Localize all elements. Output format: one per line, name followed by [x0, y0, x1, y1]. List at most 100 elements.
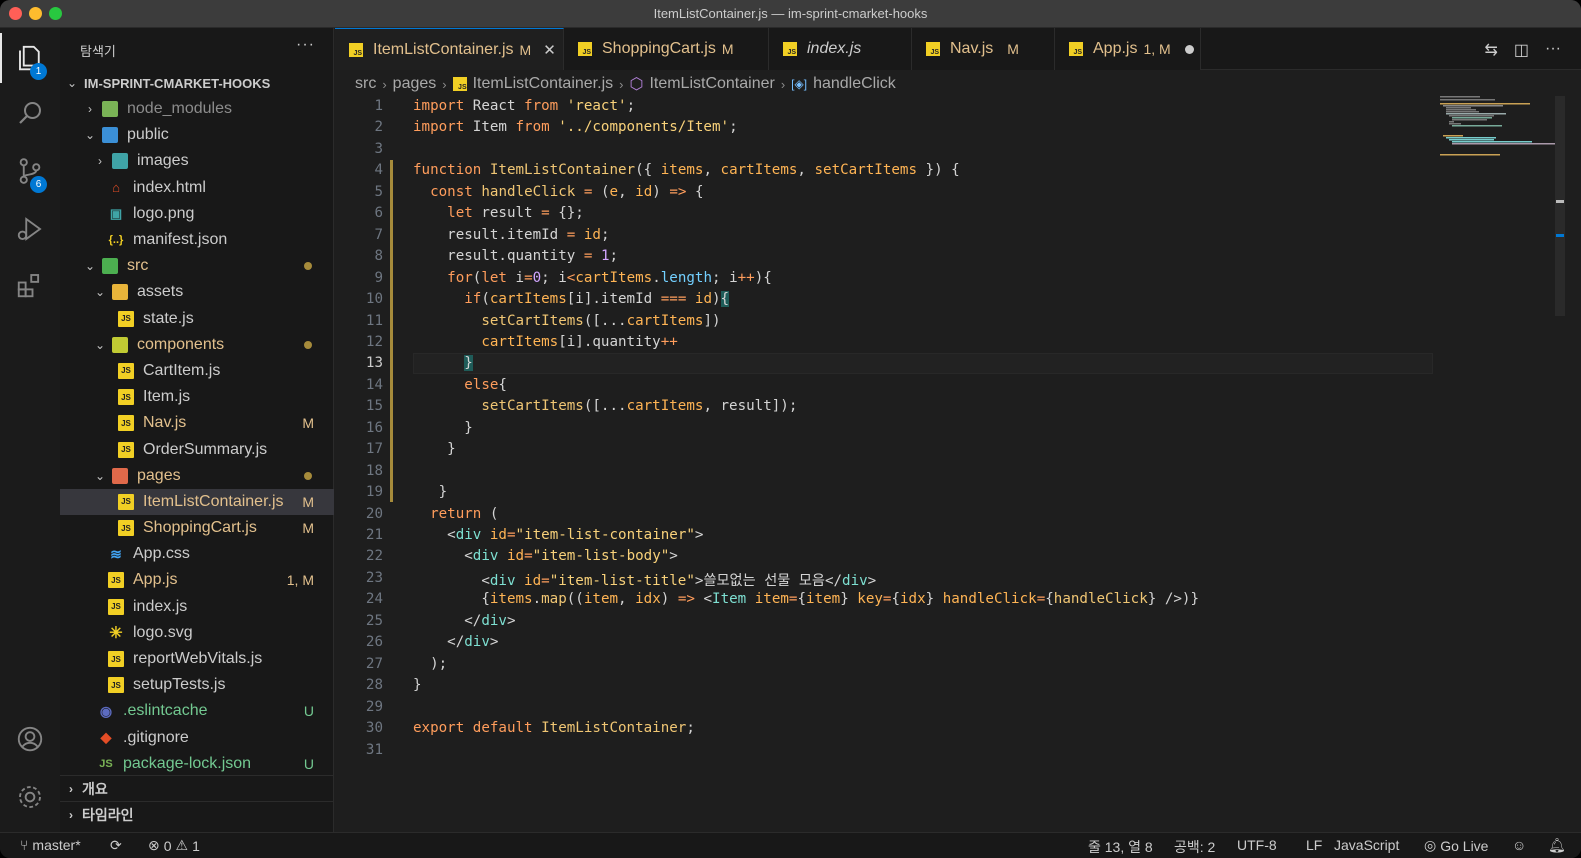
tab-index[interactable]: JS index.js: [769, 28, 912, 70]
sync-button[interactable]: ⟳: [110, 837, 122, 854]
breadcrumb-src[interactable]: src: [355, 75, 376, 93]
unsaved-dot[interactable]: [1184, 44, 1194, 54]
tree-item[interactable]: ⌄ public: [60, 122, 334, 148]
indentation[interactable]: 공백: 2: [1174, 837, 1215, 857]
code-token: id: [694, 291, 712, 308]
line-ending[interactable]: LF: [1306, 837, 1322, 853]
more-actions-icon[interactable]: ···: [1545, 40, 1561, 60]
run-debug-icon: [17, 217, 42, 241]
explorer-more-button[interactable]: ···: [296, 36, 315, 54]
code-line: }: [413, 420, 473, 436]
tree-item[interactable]: ⌄ components: [60, 332, 334, 358]
tree-item[interactable]: JS state.js: [60, 306, 334, 332]
open-changes-icon[interactable]: ⇆: [1484, 40, 1497, 60]
encoding[interactable]: UTF-8: [1237, 837, 1277, 853]
code-token: cartItems: [626, 398, 704, 415]
code-token: import: [413, 98, 465, 114]
tab-itemlistcontainer[interactable]: JS ItemListContainer.js M ✕: [335, 28, 564, 70]
tab-shoppingcart[interactable]: JS ShoppingCart.js M: [564, 28, 769, 70]
tree-item-selected[interactable]: JS ItemListContainer.js M: [60, 488, 334, 515]
code-token: ([...: [583, 398, 627, 415]
line-number: 19: [365, 484, 383, 501]
vertical-scrollbar[interactable]: [1555, 96, 1565, 316]
tree-item[interactable]: ✳ logo.svg: [60, 620, 334, 646]
code-token: const: [430, 183, 473, 200]
tree-item[interactable]: ◆ .gitignore: [60, 725, 334, 751]
breadcrumb-symbol[interactable]: handleClick: [813, 75, 896, 93]
timeline-section[interactable]: › 타임라인: [60, 801, 334, 827]
tree-item[interactable]: JS App.js 1, M: [60, 567, 334, 593]
code-token: {: [891, 591, 900, 608]
tree-item[interactable]: ≋ App.css: [60, 541, 334, 567]
close-tab-icon[interactable]: ✕: [543, 41, 556, 59]
chevron-right-icon: ›: [382, 76, 387, 92]
language-mode[interactable]: JavaScript: [1334, 837, 1399, 853]
code-token: =: [506, 527, 516, 543]
code-token: id: [583, 226, 601, 243]
minimap[interactable]: [1436, 96, 1570, 176]
explorer-button[interactable]: 1: [0, 33, 60, 83]
scm-badge: 6: [30, 176, 47, 193]
code-line: <div id="item-list-title">쓸모없는 선물 모음</di…: [413, 570, 876, 590]
tree-item[interactable]: ⌄ assets: [60, 279, 334, 305]
tree-item[interactable]: JS package-lock.json U: [60, 751, 334, 777]
tree-item[interactable]: ⌄ src: [60, 253, 334, 279]
code-token: (: [481, 505, 499, 522]
tree-item[interactable]: ▣ logo.png: [60, 201, 334, 227]
git-branch-icon: ⑂: [20, 837, 29, 853]
code-token: </: [413, 634, 465, 651]
tree-item[interactable]: ◉ .eslintcache U: [60, 698, 334, 724]
outline-section[interactable]: › 개요: [60, 775, 334, 801]
code-token: e: [609, 183, 619, 200]
tree-item[interactable]: › images: [60, 148, 334, 174]
tree-item[interactable]: JS CartItem.js: [60, 358, 334, 384]
code-line: }: [413, 484, 448, 500]
problems-indicator[interactable]: ⊗ 0 ⚠ 1: [148, 837, 200, 854]
code-token: =: [524, 548, 533, 565]
split-editor-icon[interactable]: ◫: [1514, 40, 1529, 60]
run-debug-button[interactable]: [0, 204, 60, 254]
branch-indicator[interactable]: ⑂ master*: [20, 837, 81, 853]
code-token: </: [413, 612, 482, 629]
cursor-position[interactable]: 줄 13, 열 8: [1088, 837, 1153, 857]
code-token: ;: [686, 720, 695, 737]
tab-nav[interactable]: JS Nav.js M: [912, 28, 1055, 70]
manage-button[interactable]: [0, 772, 60, 822]
notifications-button[interactable]: 🔔︎: [1548, 837, 1566, 854]
chevron-right-icon: ›: [780, 76, 786, 92]
breadcrumb-pages[interactable]: pages: [393, 75, 437, 93]
search-button[interactable]: [0, 88, 60, 138]
project-folder[interactable]: ⌄ IM-SPRINT-CMARKET-HOOKS: [60, 70, 334, 96]
tree-item[interactable]: JS Item.js: [60, 384, 334, 410]
line-number: 20: [365, 505, 383, 522]
source-control-button[interactable]: 6: [0, 146, 60, 196]
tree-item[interactable]: JS index.js: [60, 594, 334, 620]
code-token: ++: [660, 333, 678, 350]
code-editor[interactable]: 1 import React from 'react'; 2 import Item …: [335, 96, 1581, 832]
extensions-button[interactable]: [0, 260, 60, 310]
go-live-button[interactable]: ◎ Go Live: [1424, 837, 1488, 854]
tree-item[interactable]: JS ShoppingCart.js M: [60, 515, 334, 541]
breadcrumb-file[interactable]: ItemListContainer.js: [473, 75, 614, 93]
tree-item[interactable]: JS Nav.js M: [60, 410, 334, 436]
tree-item[interactable]: ⌂ index.html: [60, 175, 334, 201]
code-token: >쓸모없는 선물 모음</: [694, 572, 843, 589]
tree-item[interactable]: JS reportWebVitals.js: [60, 646, 334, 672]
code-token: }: [840, 591, 858, 608]
tree-item[interactable]: JS OrderSummary.js: [60, 436, 334, 462]
code-token: let: [481, 269, 507, 286]
feedback-button[interactable]: ☺: [1512, 837, 1526, 853]
accounts-button[interactable]: [0, 714, 60, 764]
tree-item[interactable]: JS setupTests.js: [60, 672, 334, 698]
breadcrumb-component[interactable]: ItemListContainer: [649, 75, 774, 93]
code-token: (: [481, 291, 490, 308]
tree-item[interactable]: ⌄ pages: [60, 463, 334, 489]
tree-item[interactable]: {..} manifest.json: [60, 227, 334, 253]
tree-item[interactable]: › node_modules: [60, 96, 334, 122]
line-number: 23: [365, 569, 383, 586]
git-file-icon: ◆: [100, 729, 112, 746]
tab-app[interactable]: JS App.js 1, M: [1055, 28, 1201, 70]
